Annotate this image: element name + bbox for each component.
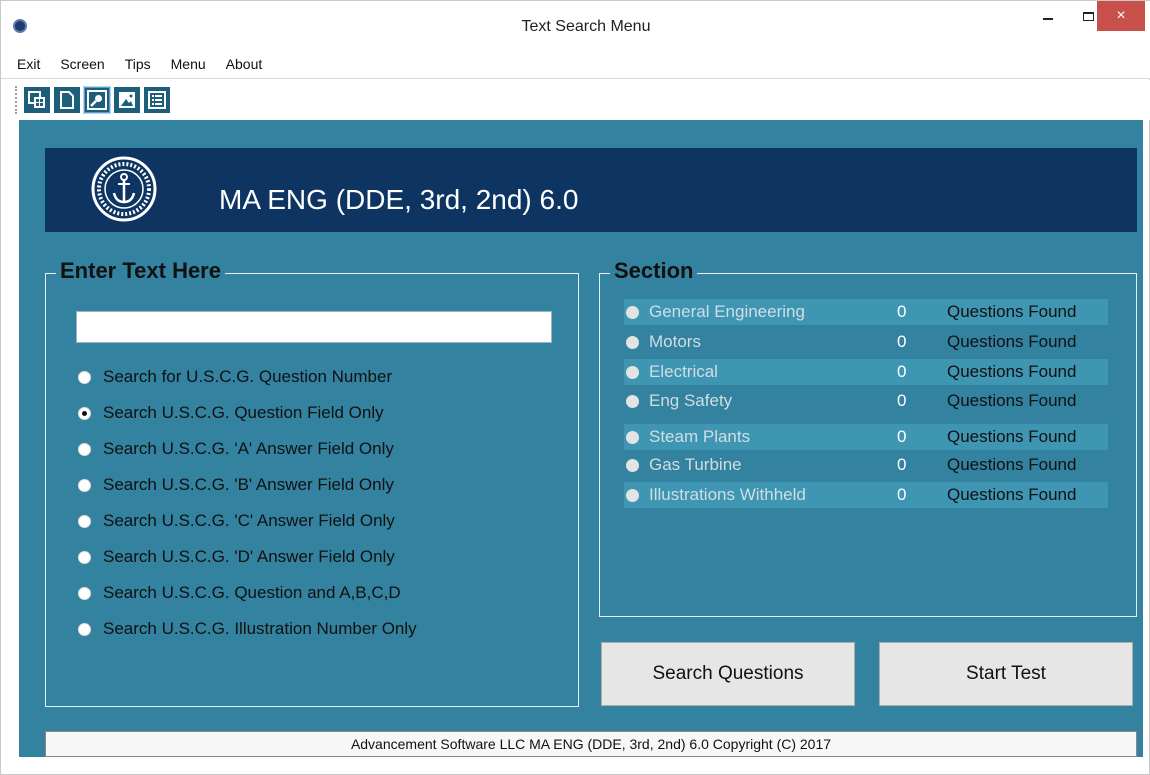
- toolbar-button-search[interactable]: [83, 86, 111, 114]
- section-found-label: Questions Found: [947, 302, 1077, 321]
- section-count: 0: [897, 485, 907, 504]
- radio-button[interactable]: [78, 586, 91, 600]
- option-question-field[interactable]: Search U.S.C.G. Question Field Only: [78, 403, 384, 423]
- toolbar-button-database[interactable]: [24, 87, 50, 113]
- section-row-general-engineering[interactable]: General Engineering 0 Questions Found: [624, 299, 1108, 325]
- option-label: Search for U.S.C.G. Question Number: [103, 367, 393, 386]
- enter-text-title: Enter Text Here: [56, 258, 225, 284]
- menu-item-screen[interactable]: Screen: [60, 56, 104, 72]
- option-label: Search U.S.C.G. 'B' Answer Field Only: [103, 475, 394, 494]
- anchor-logo: [91, 156, 157, 222]
- toolbar-grip[interactable]: [15, 86, 18, 114]
- image-icon: [119, 92, 135, 108]
- radio-button[interactable]: [626, 430, 639, 444]
- radio-button[interactable]: [626, 335, 639, 349]
- option-label: Search U.S.C.G. Question and A,B,C,D: [103, 583, 401, 602]
- client-area: MA ENG (DDE, 3rd, 2nd) 6.0 Enter Text He…: [19, 120, 1143, 757]
- menu-item-exit[interactable]: Exit: [17, 56, 40, 72]
- banner-title: MA ENG (DDE, 3rd, 2nd) 6.0: [219, 184, 579, 215]
- section-count: 0: [897, 332, 907, 351]
- enter-text-group: Enter Text Here Search for U.S.C.G. Ques…: [45, 258, 579, 707]
- radio-button[interactable]: [78, 370, 91, 384]
- list-icon: [148, 91, 166, 109]
- section-count: 0: [897, 427, 907, 446]
- radio-button[interactable]: [626, 458, 639, 472]
- status-bar: Advancement Software LLC MA ENG (DDE, 3r…: [45, 731, 1137, 757]
- option-illustration-number[interactable]: Search U.S.C.G. Illustration Number Only: [78, 619, 417, 639]
- radio-button-selected[interactable]: [78, 406, 91, 420]
- section-label: Steam Plants: [649, 427, 751, 446]
- option-a-answer[interactable]: Search U.S.C.G. 'A' Answer Field Only: [78, 439, 394, 459]
- section-group: Section General Engineering 0 Questions …: [599, 258, 1137, 617]
- option-label: Search U.S.C.G. 'C' Answer Field Only: [103, 511, 395, 530]
- menu-item-tips[interactable]: Tips: [125, 56, 151, 72]
- section-row-motors[interactable]: Motors 0 Questions Found: [624, 329, 1108, 355]
- close-button[interactable]: ×: [1097, 1, 1145, 31]
- radio-button[interactable]: [78, 550, 91, 564]
- database-icon: [28, 91, 45, 108]
- document-icon: [60, 91, 74, 109]
- radio-button[interactable]: [626, 305, 639, 319]
- section-row-electrical[interactable]: Electrical 0 Questions Found: [624, 359, 1108, 385]
- minimize-icon: [1043, 18, 1053, 20]
- start-test-button[interactable]: Start Test: [879, 642, 1133, 706]
- maximize-icon: [1082, 11, 1094, 21]
- section-label: General Engineering: [649, 302, 805, 321]
- toolbar-button-image[interactable]: [114, 87, 140, 113]
- section-found-label: Questions Found: [947, 362, 1077, 381]
- section-label: Electrical: [649, 362, 718, 381]
- menu-bar: Exit Screen Tips Menu About: [1, 49, 1150, 79]
- app-window: Text Search Menu × Exit Screen Tips Menu…: [0, 0, 1150, 775]
- menu-item-about[interactable]: About: [226, 56, 263, 72]
- section-found-label: Questions Found: [947, 332, 1077, 351]
- section-row-gas-turbine[interactable]: Gas Turbine 0 Questions Found: [624, 452, 1108, 478]
- search-text-input[interactable]: [76, 311, 552, 343]
- section-found-label: Questions Found: [947, 485, 1077, 504]
- section-found-label: Questions Found: [947, 455, 1077, 474]
- section-row-steam-plants[interactable]: Steam Plants 0 Questions Found: [624, 424, 1108, 450]
- close-icon: ×: [1116, 7, 1126, 24]
- option-label: Search U.S.C.G. Illustration Number Only: [103, 619, 417, 638]
- title-bar: Text Search Menu ×: [1, 1, 1150, 49]
- option-question-number[interactable]: Search for U.S.C.G. Question Number: [78, 367, 392, 387]
- section-count: 0: [897, 362, 907, 381]
- radio-button[interactable]: [78, 442, 91, 456]
- section-count: 0: [897, 302, 907, 321]
- search-icon: [87, 90, 107, 110]
- toolbar-button-list[interactable]: [144, 87, 170, 113]
- section-row-illustrations-withheld[interactable]: Illustrations Withheld 0 Questions Found: [624, 482, 1108, 508]
- section-label: Eng Safety: [649, 391, 733, 410]
- section-label: Illustrations Withheld: [649, 485, 806, 504]
- toolbar-button-document[interactable]: [54, 87, 80, 113]
- section-count: 0: [897, 391, 907, 410]
- option-c-answer[interactable]: Search U.S.C.G. 'C' Answer Field Only: [78, 511, 395, 531]
- radio-button[interactable]: [78, 622, 91, 636]
- option-label: Search U.S.C.G. 'D' Answer Field Only: [103, 547, 395, 566]
- radio-button[interactable]: [626, 365, 639, 379]
- search-questions-button[interactable]: Search Questions: [601, 642, 855, 706]
- window-title: Text Search Menu: [521, 18, 651, 35]
- section-found-label: Questions Found: [947, 391, 1077, 410]
- option-label: Search U.S.C.G. Question Field Only: [103, 403, 384, 422]
- section-label: Gas Turbine: [649, 455, 742, 474]
- toolbar: [1, 80, 1150, 120]
- option-label: Search U.S.C.G. 'A' Answer Field Only: [103, 439, 394, 458]
- section-count: 0: [897, 455, 907, 474]
- radio-button[interactable]: [78, 478, 91, 492]
- section-row-eng-safety[interactable]: Eng Safety 0 Questions Found: [624, 388, 1108, 414]
- radio-button[interactable]: [626, 488, 639, 502]
- menu-item-menu[interactable]: Menu: [171, 56, 206, 72]
- option-d-answer[interactable]: Search U.S.C.G. 'D' Answer Field Only: [78, 547, 395, 567]
- radio-button[interactable]: [78, 514, 91, 528]
- section-label: Motors: [649, 332, 701, 351]
- option-question-and-answers[interactable]: Search U.S.C.G. Question and A,B,C,D: [78, 583, 401, 603]
- section-found-label: Questions Found: [947, 427, 1077, 446]
- header-banner: MA ENG (DDE, 3rd, 2nd) 6.0: [45, 148, 1137, 232]
- radio-button[interactable]: [626, 394, 639, 408]
- section-title: Section: [610, 258, 698, 284]
- option-b-answer[interactable]: Search U.S.C.G. 'B' Answer Field Only: [78, 475, 394, 495]
